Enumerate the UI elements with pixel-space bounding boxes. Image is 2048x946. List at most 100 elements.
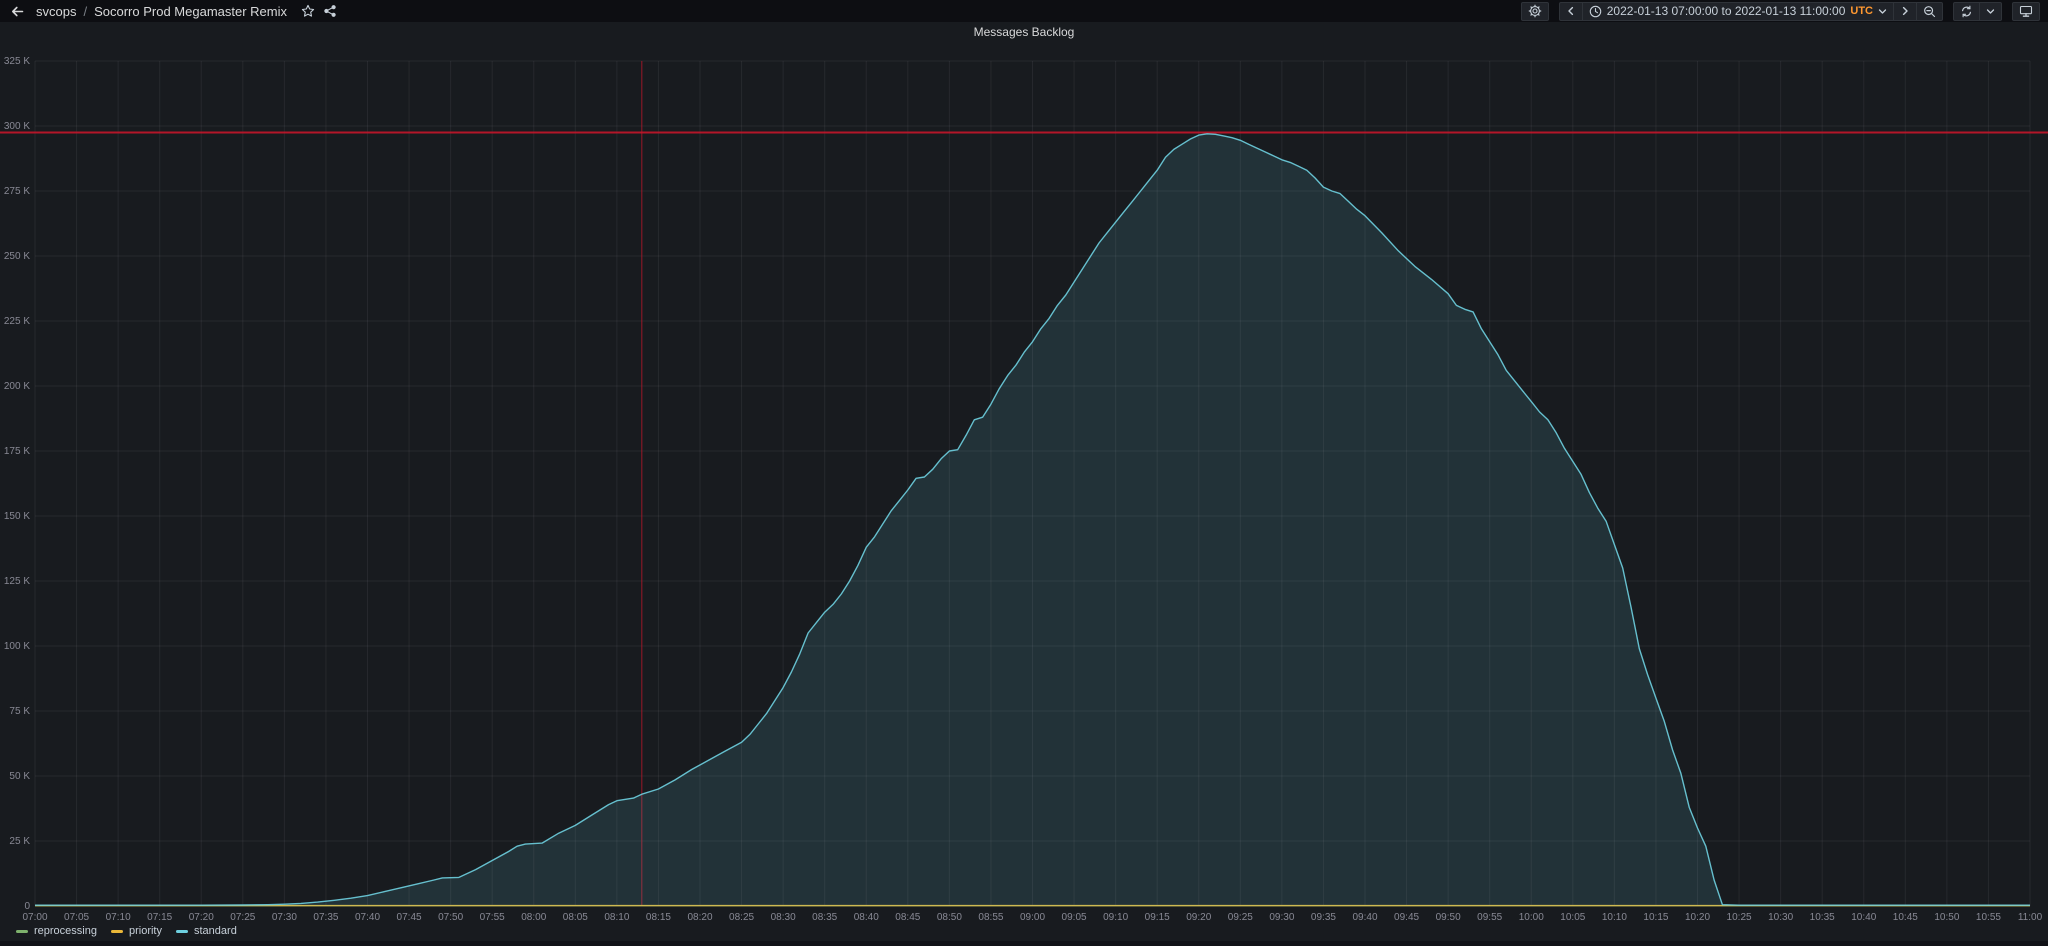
refresh-button[interactable]: [1953, 1, 1979, 21]
svg-text:250 K: 250 K: [4, 251, 30, 262]
svg-text:08:20: 08:20: [687, 912, 712, 923]
share-button[interactable]: [319, 2, 341, 20]
kiosk-mode-button[interactable]: [2012, 1, 2040, 21]
timezone-label: UTC: [1850, 5, 1873, 17]
svg-text:07:55: 07:55: [480, 912, 505, 923]
time-range-back-button[interactable]: [1558, 1, 1582, 21]
svg-text:09:10: 09:10: [1103, 912, 1128, 923]
chevron-down-icon: [1878, 7, 1887, 16]
monitor-icon: [2019, 4, 2033, 18]
svg-text:07:00: 07:00: [22, 912, 47, 923]
time-range-zoom-out-button[interactable]: [1916, 1, 1943, 21]
svg-text:10:10: 10:10: [1602, 912, 1627, 923]
svg-text:07:20: 07:20: [189, 912, 214, 923]
svg-text:09:05: 09:05: [1062, 912, 1087, 923]
svg-text:07:25: 07:25: [230, 912, 255, 923]
svg-text:300 K: 300 K: [4, 121, 30, 132]
svg-text:09:30: 09:30: [1269, 912, 1294, 923]
series-color-swatch: [16, 929, 28, 933]
dashboard-settings-button[interactable]: [1520, 1, 1549, 21]
svg-text:100 K: 100 K: [4, 641, 30, 652]
svg-text:07:50: 07:50: [438, 912, 463, 923]
refresh-icon: [1960, 5, 1973, 18]
series-color-swatch: [176, 929, 188, 933]
svg-text:09:40: 09:40: [1352, 912, 1377, 923]
clock-icon: [1589, 5, 1602, 18]
svg-text:08:10: 08:10: [604, 912, 629, 923]
svg-text:08:30: 08:30: [771, 912, 796, 923]
svg-text:10:45: 10:45: [1893, 912, 1918, 923]
breadcrumb-dashboard-title: Socorro Prod Megamaster Remix: [94, 3, 287, 19]
refresh-interval-dropdown[interactable]: [1979, 1, 2002, 21]
svg-text:09:45: 09:45: [1394, 912, 1419, 923]
legend-label: reprocessing: [34, 925, 97, 937]
svg-text:09:25: 09:25: [1228, 912, 1253, 923]
svg-text:08:05: 08:05: [563, 912, 588, 923]
x-axis-labels: 07:00 07:05 07:10 07:15 07:20 07:25 07:30 07:35…: [22, 912, 2042, 923]
legend-item-standard[interactable]: standard: [176, 925, 237, 937]
svg-text:10:00: 10:00: [1519, 912, 1544, 923]
time-range-button[interactable]: 2022-01-13 07:00:00 to 2022-01-13 11:00:…: [1581, 1, 1893, 21]
arrow-left-icon: [10, 4, 25, 19]
svg-text:50 K: 50 K: [9, 771, 30, 782]
svg-text:08:45: 08:45: [895, 912, 920, 923]
svg-text:07:30: 07:30: [272, 912, 297, 923]
legend-item-priority[interactable]: priority: [110, 925, 162, 937]
legend-label: standard: [194, 925, 237, 937]
legend-item-reprocessing[interactable]: reprocessing: [16, 925, 97, 937]
series-color-swatch: [110, 929, 123, 933]
svg-text:08:25: 08:25: [729, 912, 754, 923]
breadcrumb-folder[interactable]: svcops: [36, 4, 76, 19]
time-range-label: 2022-01-13 07:00:00 to 2022-01-13 11:00:…: [1606, 4, 1846, 18]
svg-text:09:55: 09:55: [1477, 912, 1502, 923]
svg-text:10:20: 10:20: [1685, 912, 1710, 923]
svg-text:08:35: 08:35: [812, 912, 837, 923]
svg-text:07:10: 07:10: [106, 912, 131, 923]
svg-text:07:15: 07:15: [147, 912, 172, 923]
svg-text:10:30: 10:30: [1768, 912, 1793, 923]
breadcrumb: svcops / Socorro Prod Megamaster Remix: [36, 4, 287, 19]
svg-text:10:05: 10:05: [1560, 912, 1585, 923]
chevron-right-icon: [1900, 6, 1910, 16]
time-picker-group: 2022-01-13 07:00:00 to 2022-01-13 11:00:…: [1558, 1, 1943, 21]
svg-text:08:15: 08:15: [646, 912, 671, 923]
svg-text:0: 0: [24, 901, 30, 912]
svg-text:07:45: 07:45: [397, 912, 422, 923]
svg-text:08:00: 08:00: [521, 912, 546, 923]
time-range-forward-button[interactable]: [1893, 1, 1916, 21]
svg-text:225 K: 225 K: [4, 316, 30, 327]
svg-text:200 K: 200 K: [4, 381, 30, 392]
chart-svg[interactable]: 07:00 07:05 07:10 07:15 07:20 07:25 07:30 07:35…: [0, 42, 2048, 923]
favorite-button[interactable]: [297, 2, 319, 20]
gear-icon: [1528, 4, 1542, 18]
top-navbar: svcops / Socorro Prod Megamaster Remix 2…: [0, 0, 2048, 22]
star-icon: [301, 4, 315, 18]
svg-text:10:40: 10:40: [1851, 912, 1876, 923]
chart-legend: reprocessing priority standard: [16, 923, 237, 939]
legend-label: priority: [128, 925, 162, 937]
svg-text:275 K: 275 K: [4, 186, 30, 197]
chevron-left-icon: [1566, 6, 1576, 16]
svg-text:09:15: 09:15: [1145, 912, 1170, 923]
panel-title[interactable]: Messages Backlog: [0, 22, 2048, 42]
svg-text:175 K: 175 K: [4, 446, 30, 457]
chevron-down-icon: [1986, 7, 1995, 16]
svg-text:25 K: 25 K: [9, 836, 30, 847]
svg-text:11:00: 11:00: [2018, 912, 2043, 923]
graph-panel: Messages Backlog 07:00 07:05 07:10 07:15 07:…: [0, 22, 2048, 941]
svg-text:08:40: 08:40: [854, 912, 879, 923]
back-button[interactable]: [6, 2, 28, 20]
svg-text:10:50: 10:50: [1934, 912, 1959, 923]
svg-text:325 K: 325 K: [4, 56, 30, 67]
svg-text:08:55: 08:55: [978, 912, 1003, 923]
share-icon: [323, 4, 337, 18]
svg-text:125 K: 125 K: [4, 576, 30, 587]
svg-text:09:20: 09:20: [1186, 912, 1211, 923]
svg-text:08:50: 08:50: [937, 912, 962, 923]
svg-text:150 K: 150 K: [4, 511, 30, 522]
svg-text:09:00: 09:00: [1020, 912, 1045, 923]
refresh-group: [1953, 1, 2002, 21]
svg-text:09:35: 09:35: [1311, 912, 1336, 923]
svg-text:10:15: 10:15: [1643, 912, 1668, 923]
magnifier-minus-icon: [1923, 5, 1936, 18]
